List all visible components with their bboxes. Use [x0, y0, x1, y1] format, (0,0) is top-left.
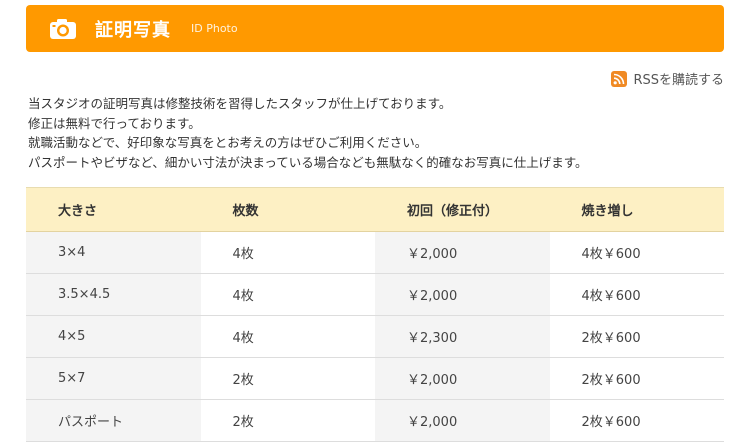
size-cell: 3.5×4.5	[26, 273, 201, 316]
camera-icon	[49, 17, 77, 41]
table-row: 5×7 2枚 ￥2,000 2枚￥600	[26, 357, 724, 400]
table-row: 3.5×4.5 4枚 ￥2,000 4枚￥600	[26, 273, 724, 316]
rss-subscribe-link[interactable]: RSSを購読する	[611, 69, 724, 88]
price-cell: ￥2,000	[375, 399, 550, 442]
reprint-cell: 2枚￥600	[549, 399, 724, 442]
intro-line: パスポートやビザなど、細かい寸法が決まっている場合なども無駄なく的確なお写真に仕…	[28, 154, 588, 170]
price-table: 大きさ 枚数 初回（修正付） 焼き増し 3×4 4枚 ￥2,000 4枚￥600…	[26, 187, 724, 442]
quantity-cell: 4枚	[200, 315, 375, 358]
reprint-cell: 4枚￥600	[549, 231, 724, 274]
quantity-cell: 2枚	[200, 357, 375, 400]
quantity-cell: 4枚	[200, 273, 375, 316]
reprint-cell: 2枚￥600	[549, 315, 724, 358]
price-cell: ￥2,000	[375, 273, 550, 316]
size-cell: 3×4	[26, 231, 201, 274]
price-cell: ￥2,300	[375, 315, 550, 358]
size-cell: パスポート	[26, 399, 201, 442]
column-header-quantity: 枚数	[200, 187, 375, 232]
quantity-cell: 4枚	[200, 231, 375, 274]
reprint-cell: 2枚￥600	[549, 357, 724, 400]
intro-line: 修正は無料で行っております。	[28, 115, 201, 131]
intro-text: 当スタジオの証明写真は修整技術を習得したスタッフが仕上げております。 修正は無料…	[28, 94, 728, 172]
page-subtitle: ID Photo	[191, 22, 238, 35]
price-cell: ￥2,000	[375, 231, 550, 274]
table-header-row: 大きさ 枚数 初回（修正付） 焼き増し	[26, 187, 724, 232]
intro-line: 就職活動などで、好印象な写真をとお考えの方はぜひご利用ください。	[28, 135, 428, 150]
size-cell: 4×5	[26, 315, 201, 358]
page-title: 証明写真	[95, 19, 171, 41]
table-row: 4×5 4枚 ￥2,300 2枚￥600	[26, 315, 724, 358]
reprint-cell: 4枚￥600	[549, 273, 724, 316]
intro-line: 当スタジオの証明写真は修整技術を習得したスタッフが仕上げております。	[28, 96, 452, 111]
page-header: 証明写真 ID Photo	[26, 5, 724, 52]
size-cell: 5×7	[26, 357, 201, 400]
table-row: パスポート 2枚 ￥2,000 2枚￥600	[26, 399, 724, 442]
rss-label: RSSを購読する	[633, 73, 724, 88]
rss-icon	[611, 70, 628, 87]
table-row: 3×4 4枚 ￥2,000 4枚￥600	[26, 231, 724, 274]
column-header-reprint: 焼き増し	[549, 187, 724, 232]
price-cell: ￥2,000	[375, 357, 550, 400]
quantity-cell: 2枚	[200, 399, 375, 442]
column-header-first-price: 初回（修正付）	[375, 187, 550, 232]
column-header-size: 大きさ	[26, 187, 201, 232]
